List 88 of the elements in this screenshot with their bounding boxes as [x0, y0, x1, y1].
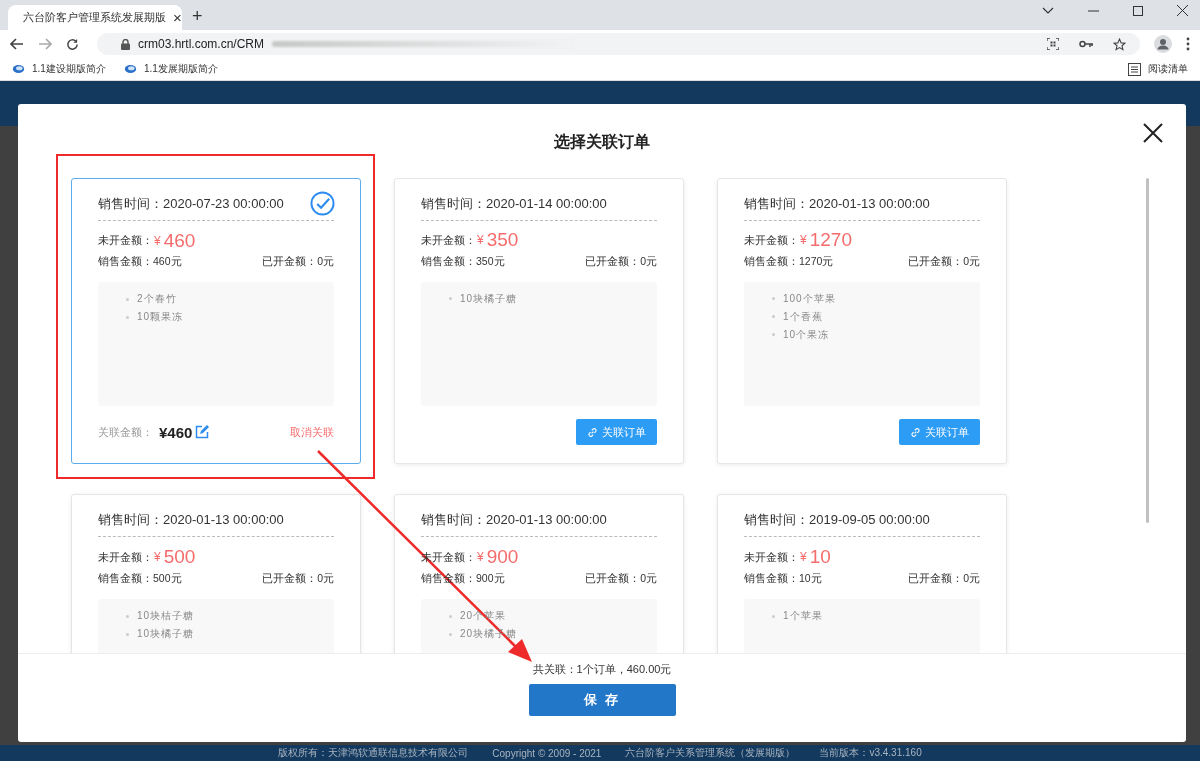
sales-amount: 销售金额：1270元: [744, 255, 834, 270]
minimize-icon[interactable]: [1088, 9, 1099, 12]
reading-list-button[interactable]: 阅读清单: [1128, 62, 1188, 76]
item-text: 1个苹果: [772, 607, 980, 625]
chevron-down-icon[interactable]: [1042, 6, 1054, 15]
uninvoiced-amount: 10: [809, 546, 831, 568]
close-icon[interactable]: [1177, 5, 1188, 16]
invoiced-amount: 已开金额：0元: [262, 572, 334, 586]
uninvoiced-amount: 500: [163, 546, 196, 568]
sale-time: 销售时间：2020-01-13 00:00:00: [744, 194, 930, 213]
dialog-title: 选择关联订单: [554, 132, 650, 152]
browser-tab[interactable]: 六台阶客户管理系统发展期版 ×: [8, 5, 182, 30]
save-button[interactable]: 保 存: [528, 684, 676, 716]
new-tab-button[interactable]: +: [192, 6, 203, 27]
item-text: 10块桔子糖: [126, 607, 334, 625]
uninvoiced-amount: 350: [486, 229, 519, 252]
list-icon: [1128, 62, 1141, 76]
footer-text: 六台阶客户关系管理系统（发展期版）: [625, 746, 796, 760]
reload-icon[interactable]: [66, 37, 79, 51]
url-text: crm03.hrtl.com.cn/CRM: [138, 37, 265, 51]
footer-text: 当前版本：v3.4.31.160: [819, 746, 922, 760]
qr-scan-icon[interactable]: [1047, 38, 1059, 50]
sales-amount: 销售金额：350元: [421, 255, 505, 270]
bookmark[interactable]: 1.1发展期版简介: [123, 62, 218, 76]
invoiced-amount: 已开金额：0元: [908, 572, 980, 586]
sales-amount: 销售金额：460元: [98, 255, 182, 270]
maximize-icon[interactable]: [1133, 5, 1143, 16]
order-card[interactable]: 销售时间：2020-01-13 00:00:00 未开金额：¥500 销售金额：500元 已开金额：0元 10块桔子糖 10块橘子糖: [71, 494, 361, 653]
linked-amount: ¥460: [159, 423, 193, 441]
currency-sign: ¥: [154, 550, 161, 564]
check-circle-icon: [310, 191, 335, 216]
sale-time: 销售时间：2019-09-05 00:00:00: [744, 511, 930, 529]
item-text: 1个香蕉: [772, 308, 980, 326]
footer-text: Copyright © 2009 - 2021: [492, 747, 602, 759]
logo-icon: [12, 64, 25, 74]
currency-sign: ¥: [477, 233, 484, 248]
item-text: 10个果冻: [772, 326, 980, 344]
invoiced-amount: 已开金额：0元: [585, 572, 657, 586]
invoiced-amount: 已开金额：0元: [585, 255, 657, 270]
order-card[interactable]: 销售时间：2020-01-13 00:00:00 未开金额：¥1270 销售金额：1270元 已开金额：0元 100个苹果 1个香蕉 10个果冻 关联订单: [717, 178, 1007, 464]
sale-time: 销售时间：2020-01-14 00:00:00: [421, 194, 607, 213]
sales-amount: 销售金额：500元: [98, 572, 182, 586]
order-card[interactable]: 销售时间：2020-01-14 00:00:00 未开金额：¥350 销售金额：350元 已开金额：0元 10块橘子糖 关联订单: [394, 178, 684, 464]
invoiced-amount: 已开金额：0元: [908, 255, 980, 270]
uninvoiced-amount: 460: [163, 229, 196, 252]
star-icon[interactable]: [1113, 37, 1126, 51]
summary-text: 共关联：1个订单，460.00元: [532, 662, 672, 676]
order-card[interactable]: 销售时间：2020-07-23 00:00:00 未开金额：¥460 销售金额：460元 已开金额：0元 2个春竹 10颗果冻 关联金额： ¥460 取消关联: [71, 178, 361, 464]
profile-avatar-icon[interactable]: [1154, 35, 1172, 53]
uninvoiced-amount: 1270: [809, 229, 852, 252]
sale-time: 销售时间：2020-01-13 00:00:00: [98, 511, 284, 529]
currency-sign: ¥: [477, 550, 484, 564]
uninvoiced-label: 未开金额：: [98, 233, 153, 248]
tab-close-button[interactable]: ×: [173, 9, 182, 26]
currency-sign: ¥: [800, 550, 807, 564]
link-icon: [910, 426, 921, 438]
item-text: 2个春竹: [126, 290, 334, 309]
currency-sign: ¥: [154, 233, 161, 248]
item-text: 20个苹果: [449, 607, 657, 625]
sale-time: 销售时间：2020-01-13 00:00:00: [421, 511, 607, 529]
close-icon[interactable]: [1143, 123, 1163, 143]
invoiced-amount: 已开金额：0元: [262, 255, 334, 270]
tab-title: 六台阶客户管理系统发展期版: [23, 10, 166, 25]
back-arrow-icon[interactable]: [10, 38, 24, 50]
menu-icon[interactable]: [1186, 37, 1190, 51]
logo-icon: [123, 64, 137, 74]
sales-amount: 销售金额：10元: [744, 572, 822, 586]
key-icon[interactable]: [1079, 40, 1093, 48]
sale-time: 销售时间：2020-07-23 00:00:00: [98, 194, 284, 213]
item-text: 10块橘子糖: [449, 290, 657, 308]
edit-icon[interactable]: [195, 425, 210, 440]
footer-text: 版权所有：天津鸿软通联信息技术有限公司: [278, 746, 469, 760]
bookmark[interactable]: 1.1建设期版简介: [12, 62, 106, 76]
address-bar[interactable]: crm03.hrtl.com.cn/CRM: [97, 33, 1140, 55]
linked-label: 关联金额：: [98, 424, 153, 440]
lock-icon: [121, 38, 130, 50]
order-card[interactable]: 销售时间：2019-09-05 00:00:00 未开金额：¥10 销售金额：10元 已开金额：0元 1个苹果: [717, 494, 1007, 653]
uninvoiced-label: 未开金额：: [421, 232, 476, 248]
scrollbar-thumb[interactable]: [1146, 178, 1149, 523]
item-text: 10颗果冻: [126, 308, 334, 327]
item-text: 100个苹果: [772, 290, 980, 308]
item-text: 10块橘子糖: [126, 625, 334, 643]
uninvoiced-label: 未开金额：: [98, 549, 153, 565]
uninvoiced-label: 未开金额：: [744, 232, 799, 248]
uninvoiced-label: 未开金额：: [744, 549, 799, 565]
currency-sign: ¥: [800, 233, 807, 248]
link-icon: [587, 426, 598, 438]
uninvoiced-amount: 900: [486, 546, 519, 568]
